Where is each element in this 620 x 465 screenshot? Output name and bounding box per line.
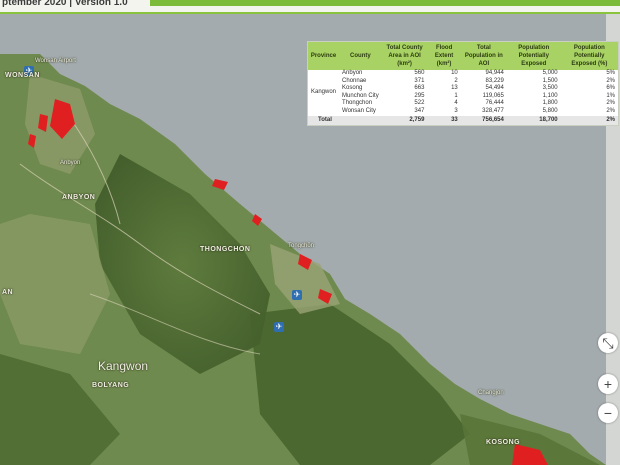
total-exposed-cell: 18,700 — [506, 115, 561, 125]
col-province: Province — [308, 42, 340, 70]
bolyang-label: BOLYANG — [92, 382, 130, 389]
county-cell: Munchon City — [342, 92, 379, 99]
airport-icon[interactable]: ✈ — [292, 290, 302, 300]
anbyon-label: Anbyon — [60, 160, 81, 166]
county-cell: Wonsan City — [342, 107, 376, 114]
exposed-cell: 1,800 — [542, 100, 558, 107]
zoom-in-button[interactable]: + — [598, 374, 618, 394]
airport-icon[interactable]: ✈ — [274, 322, 284, 332]
exposed-pct-cell: 2% — [606, 77, 615, 84]
kangwon-province-label: Kangwon — [98, 359, 149, 373]
province-cell: Kangwon — [311, 88, 337, 95]
total-flood-cell: 33 — [427, 115, 461, 125]
county-cell: Kosong — [342, 85, 363, 92]
county-cell: Anbyon — [342, 70, 363, 76]
area-cell: 371 — [414, 77, 425, 84]
exposed-pct-cell: 2% — [606, 107, 615, 114]
total-area-cell: 2,759 — [381, 115, 428, 125]
report-title: ptember 2020 | Version 1.0 — [2, 0, 128, 8]
exposed-pct-cell: 6% — [606, 85, 615, 92]
flood-cell: 4 — [454, 100, 458, 107]
table-row: Kangwon Anbyon 560 10 94,944 5,000 5% — [308, 70, 618, 95]
exposed-cell: 5,800 — [542, 107, 558, 114]
exposed-cell: 1,100 — [542, 92, 558, 99]
exposed-pct-cell: 1% — [606, 92, 615, 99]
total-label: Total — [308, 115, 382, 125]
area-cell: 347 — [414, 107, 425, 114]
exposed-pct-cell: 5% — [606, 70, 615, 76]
accent-strip — [150, 0, 620, 6]
population-cell: 54,494 — [485, 85, 504, 92]
col-exposed-pct: Population Potentially Exposed (%) — [560, 42, 618, 70]
col-exposed: Population Potentially Exposed — [506, 42, 561, 70]
population-cell: 83,229 — [485, 77, 504, 84]
kosong-label: KOSONG — [486, 439, 521, 446]
table-row: Munchon City 295 1 119,065 1,100 1% — [308, 93, 618, 101]
total-population-cell: 756,654 — [460, 115, 507, 125]
exposed-cell: 3,500 — [542, 85, 558, 92]
area-cell: 560 — [414, 70, 425, 76]
wonsan-airport-label: Wonsan Airport — [35, 58, 76, 64]
col-population: Total Population in AOI — [460, 42, 507, 70]
title-bar: ptember 2020 | Version 1.0 — [0, 0, 620, 14]
population-cell: 328,477 — [482, 107, 504, 114]
county-cell: Chonnae — [342, 77, 367, 84]
population-cell: 94,944 — [485, 70, 504, 76]
area-cell: 522 — [414, 100, 425, 107]
total-row: Total 2,759 33 756,654 18,700 2% — [308, 115, 618, 125]
flood-cell: 13 — [451, 85, 458, 92]
col-area: Total County Area in AOI (km²) — [381, 42, 428, 70]
area-cell: 663 — [414, 85, 425, 92]
wonsan-label: WONSAN — [5, 72, 40, 79]
flood-cell: 3 — [454, 107, 458, 114]
area-cell: 295 — [414, 92, 425, 99]
table-row: Thongchon 522 4 76,444 1,800 2% — [308, 100, 618, 108]
flood-stats-table: Province County Total County Area in AOI… — [308, 42, 618, 125]
collapse-button[interactable]: ⤡ — [598, 333, 618, 353]
anbyon-region-label: ANBYON — [62, 194, 96, 201]
exposed-cell: 5,000 — [542, 70, 558, 76]
flood-cell: 10 — [451, 70, 458, 76]
flood-stats-panel: Province County Total County Area in AOI… — [307, 41, 619, 126]
exposed-cell: 1,500 — [542, 77, 558, 84]
col-county: County — [339, 42, 382, 70]
total-exposed-pct-cell: 2% — [560, 115, 618, 125]
table-row: Chonnae 371 2 83,229 1,500 2% — [308, 78, 618, 86]
exposed-pct-cell: 2% — [606, 100, 615, 107]
thongchon-region-label: THONGCHON — [200, 246, 251, 253]
tongchon-town-label: Tongchŏn — [288, 243, 315, 249]
zoom-out-button[interactable]: − — [598, 403, 618, 423]
flood-cell: 1 — [454, 92, 458, 99]
changjon-label: Changjon — [478, 390, 504, 396]
flood-cell: 2 — [454, 77, 458, 84]
population-cell: 119,065 — [482, 92, 504, 99]
col-flood: Flood Extent (km²) — [427, 42, 461, 70]
county-cell: Thongchon — [342, 100, 373, 107]
table-row: Kosong 663 13 54,494 3,500 6% — [308, 85, 618, 93]
population-cell: 76,444 — [485, 100, 504, 107]
an-label: AN — [2, 289, 14, 296]
table-row: Wonsan City 347 3 328,477 5,800 2% — [308, 108, 618, 116]
